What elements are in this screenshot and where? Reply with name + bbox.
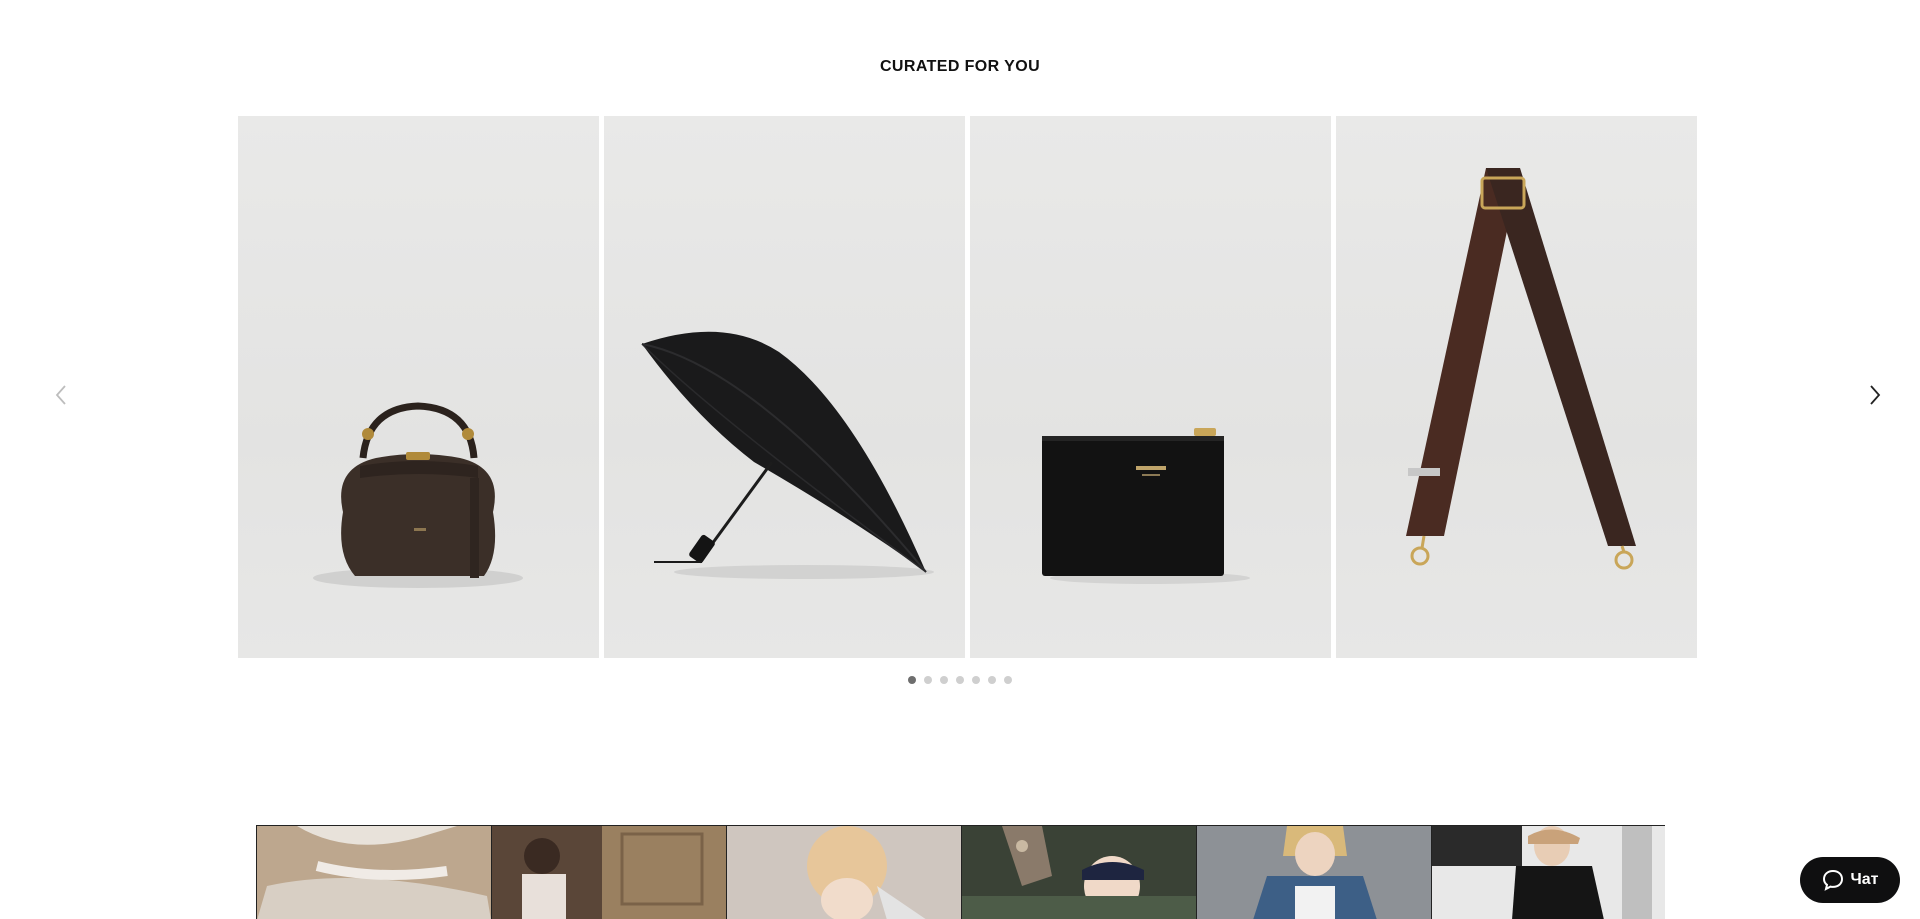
page: CURATED FOR YOU Leather handbag: [0, 0, 1920, 919]
chat-button[interactable]: Чат: [1800, 857, 1900, 903]
chat-button-label: Чат: [1850, 871, 1879, 888]
gallery-image: [962, 826, 1196, 919]
chevron-right-icon: [1870, 385, 1881, 405]
photo-gallery: [256, 825, 1665, 919]
gallery-image: [492, 826, 726, 919]
pagination-dot[interactable]: [1004, 676, 1012, 684]
bag-strap-image: [1406, 168, 1636, 570]
gallery-image: [1197, 826, 1431, 919]
gallery-tile[interactable]: [962, 826, 1197, 919]
pagination-dot[interactable]: [988, 676, 996, 684]
pagination-dot[interactable]: [956, 676, 964, 684]
zip-pouch-image: [1042, 428, 1250, 584]
product-card[interactable]: Folding umbrella: [604, 116, 965, 658]
chat-bubble-icon: [1822, 869, 1843, 891]
gallery-tile[interactable]: [1197, 826, 1432, 919]
pagination-dot[interactable]: [972, 676, 980, 684]
chevron-left-icon: [55, 385, 66, 405]
carousel-prev-button[interactable]: [46, 380, 76, 410]
umbrella-image: [641, 331, 934, 579]
handbag-image: [313, 402, 523, 588]
product-card[interactable]: Bag strap: [1336, 116, 1697, 658]
gallery-image: [1432, 826, 1665, 919]
pagination-dot[interactable]: [940, 676, 948, 684]
gallery-tile[interactable]: [1432, 826, 1665, 919]
product-card[interactable]: Leather handbag: [238, 116, 599, 658]
pagination-dot[interactable]: [924, 676, 932, 684]
pagination-dot[interactable]: [908, 676, 916, 684]
product-carousel: Leather handbag Folding umbrella: [238, 116, 1697, 658]
carousel-pagination: [0, 676, 1920, 684]
section-title: CURATED FOR YOU: [879, 58, 1041, 75]
carousel-next-button[interactable]: [1860, 380, 1890, 410]
gallery-image: [727, 826, 961, 919]
gallery-image: [257, 826, 491, 919]
gallery-tile[interactable]: [727, 826, 962, 919]
gallery-tile[interactable]: [492, 826, 727, 919]
product-card[interactable]: Zip card pouch: [970, 116, 1331, 658]
gallery-tile[interactable]: [257, 826, 492, 919]
